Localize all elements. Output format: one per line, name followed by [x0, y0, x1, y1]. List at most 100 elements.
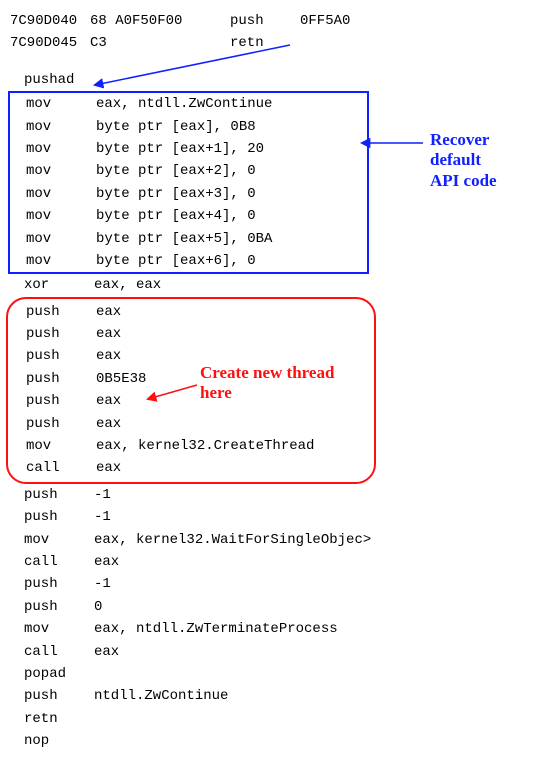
operands: byte ptr [eax+1], 20 [96, 138, 264, 160]
mnemonic: mov [26, 138, 96, 160]
mnemonic: push [230, 10, 300, 32]
disasm-row: pusheax [12, 413, 374, 435]
operands: -1 [94, 484, 111, 506]
mnemonic: push [26, 390, 96, 412]
disasm-row: pushad [10, 69, 530, 91]
mnemonic: push [26, 368, 96, 390]
annotation-text: here [200, 383, 232, 402]
mnemonic: pushad [24, 69, 94, 91]
operands: eax [94, 551, 119, 573]
operands: eax, ntdll.ZwContinue [96, 93, 272, 115]
recover-api-code-block: moveax, ntdll.ZwContinue movbyte ptr [ea… [8, 91, 369, 274]
disasm-row: moveax, kernel32.WaitForSingleObjec> [10, 529, 530, 551]
disasm-row: push-1 [10, 506, 530, 528]
mnemonic: mov [26, 183, 96, 205]
disasm-row: push0 [10, 596, 530, 618]
hexbytes: C3 [90, 32, 230, 54]
mnemonic: nop [24, 730, 94, 752]
disasm-row: movbyte ptr [eax+3], 0 [12, 183, 367, 205]
mnemonic: call [24, 641, 94, 663]
disasm-row: moveax, ntdll.ZwTerminateProcess [10, 618, 530, 640]
disasm-row: popad [10, 663, 530, 685]
disasm-row: movbyte ptr [eax+4], 0 [12, 205, 367, 227]
operands: byte ptr [eax+4], 0 [96, 205, 256, 227]
mnemonic: retn [24, 708, 94, 730]
disasm-row: pusheax [12, 301, 374, 323]
disasm-row: calleax [12, 457, 374, 479]
disasm-row: moveax, kernel32.CreateThread [12, 435, 374, 457]
mnemonic: push [26, 413, 96, 435]
mnemonic: mov [26, 250, 96, 272]
disasm-row: calleax [10, 551, 530, 573]
operands: 0B5E38 [96, 368, 146, 390]
mnemonic: mov [26, 205, 96, 227]
operands: eax [94, 641, 119, 663]
disasm-row: xoreax, eax [10, 274, 530, 296]
mnemonic: call [26, 457, 96, 479]
disasm-row: movbyte ptr [eax+5], 0BA [12, 228, 367, 250]
annotation-recover-api: Recover default API code [430, 130, 497, 191]
operands: eax, kernel32.CreateThread [96, 435, 314, 457]
disasm-row: calleax [10, 641, 530, 663]
disasm-row: retn [10, 708, 530, 730]
disasm-row: nop [10, 730, 530, 752]
operands: eax [96, 345, 121, 367]
operands: 0 [94, 596, 102, 618]
operands: ntdll.ZwContinue [94, 685, 228, 707]
mnemonic: push [24, 506, 94, 528]
operands: -1 [94, 506, 111, 528]
mnemonic: push [24, 484, 94, 506]
address: 7C90D045 [10, 32, 90, 54]
disasm-row: movbyte ptr [eax+2], 0 [12, 160, 367, 182]
operands: byte ptr [eax], 0B8 [96, 116, 256, 138]
mnemonic: mov [26, 160, 96, 182]
operands: 0FF5A0 [300, 10, 350, 32]
annotation-text: API code [430, 171, 497, 190]
operands: eax, kernel32.WaitForSingleObjec> [94, 529, 371, 551]
disasm-row: push-1 [10, 573, 530, 595]
annotation-text: Recover [430, 130, 489, 149]
annotation-text: default [430, 150, 481, 169]
disasm-row: pusheax [12, 323, 374, 345]
mnemonic: xor [24, 274, 94, 296]
operands: byte ptr [eax+2], 0 [96, 160, 256, 182]
hexbytes: 68 A0F50F00 [90, 10, 230, 32]
mnemonic: mov [26, 228, 96, 250]
disasm-row: 7C90D04068 A0F50F00push0FF5A0 [10, 10, 530, 32]
mnemonic: popad [24, 663, 94, 685]
disasm-row: movbyte ptr [eax+1], 20 [12, 138, 367, 160]
operands: eax [96, 413, 121, 435]
operands: eax [96, 390, 121, 412]
mnemonic: push [26, 323, 96, 345]
operands: byte ptr [eax+5], 0BA [96, 228, 272, 250]
operands: -1 [94, 573, 111, 595]
operands: byte ptr [eax+3], 0 [96, 183, 256, 205]
annotation-text: Create new thread [200, 363, 334, 382]
operands: eax [96, 457, 121, 479]
mnemonic: push [24, 685, 94, 707]
mnemonic: mov [26, 93, 96, 115]
operands: eax [96, 323, 121, 345]
disasm-row: pushntdll.ZwContinue [10, 685, 530, 707]
operands: byte ptr [eax+6], 0 [96, 250, 256, 272]
mnemonic: retn [230, 32, 300, 54]
disasm-row: 7C90D045C3retn [10, 32, 530, 54]
mnemonic: push [24, 596, 94, 618]
mnemonic: push [24, 573, 94, 595]
disasm-row: movbyte ptr [eax+6], 0 [12, 250, 367, 272]
disassembly-header: 7C90D04068 A0F50F00push0FF5A0 7C90D045C3… [10, 10, 530, 55]
mnemonic: mov [26, 116, 96, 138]
mnemonic: call [24, 551, 94, 573]
disasm-row: push-1 [10, 484, 530, 506]
mnemonic: mov [24, 618, 94, 640]
operands: eax, ntdll.ZwTerminateProcess [94, 618, 338, 640]
operands: eax [96, 301, 121, 323]
mnemonic: mov [24, 529, 94, 551]
disasm-row: movbyte ptr [eax], 0B8 [12, 116, 367, 138]
address: 7C90D040 [10, 10, 90, 32]
annotation-create-thread: Create new thread here [200, 363, 334, 404]
operands: eax, eax [94, 274, 161, 296]
mnemonic: mov [26, 435, 96, 457]
mnemonic: push [26, 301, 96, 323]
disasm-row: moveax, ntdll.ZwContinue [12, 93, 367, 115]
